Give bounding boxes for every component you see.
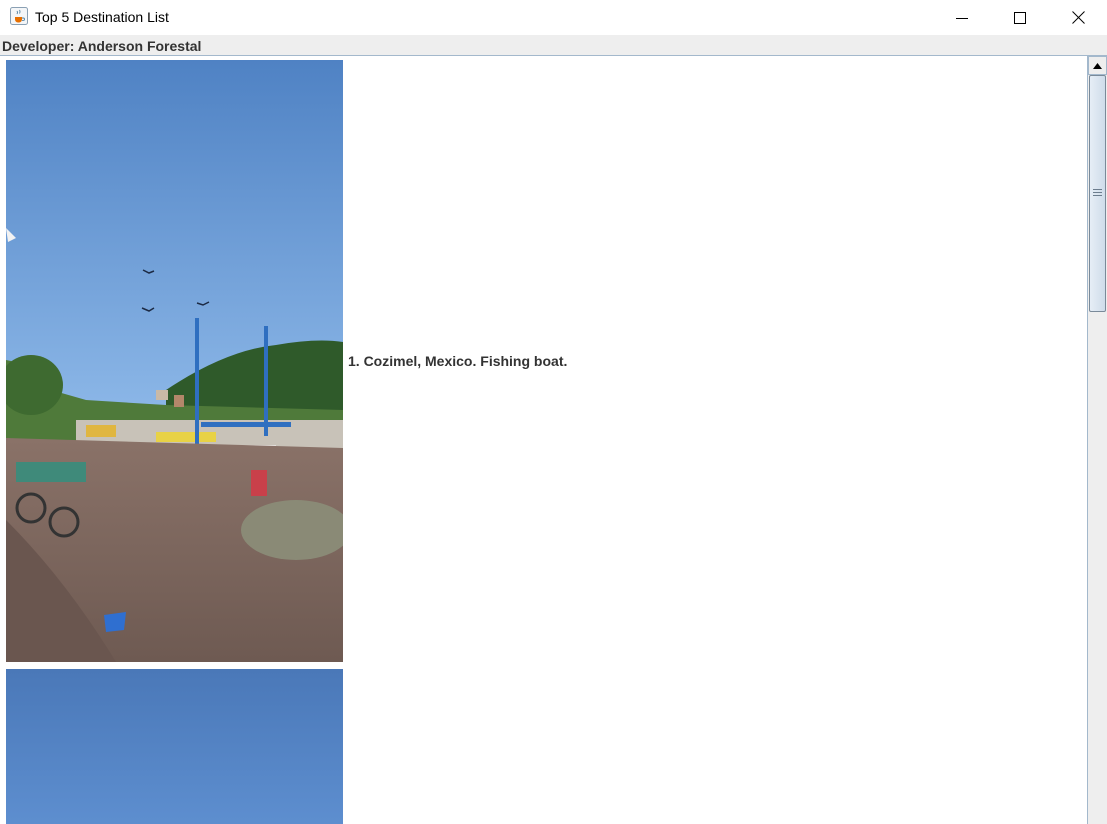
fishing-boat-dock-photo bbox=[6, 60, 343, 662]
maximize-button[interactable] bbox=[991, 0, 1049, 35]
grip-icon bbox=[1093, 189, 1102, 190]
window-titlebar[interactable]: Top 5 Destination List bbox=[0, 0, 1107, 35]
arrow-up-icon bbox=[1093, 62, 1102, 69]
close-button[interactable] bbox=[1049, 0, 1107, 35]
minimize-icon bbox=[956, 17, 968, 19]
close-icon bbox=[1071, 11, 1085, 24]
list-item[interactable] bbox=[0, 664, 1087, 824]
minimize-button[interactable] bbox=[933, 0, 991, 35]
destination-caption: 1. Cozimel, Mexico. Fishing boat. bbox=[348, 353, 568, 369]
list-item[interactable]: 1. Cozimel, Mexico. Fishing boat. bbox=[0, 56, 1087, 664]
developer-label: Developer: Anderson Forestal bbox=[2, 38, 202, 54]
scroll-up-button[interactable] bbox=[1088, 56, 1107, 75]
scroll-thumb[interactable] bbox=[1089, 75, 1106, 312]
grip-icon bbox=[1093, 192, 1102, 193]
maximize-icon bbox=[1014, 11, 1026, 24]
vertical-scrollbar[interactable] bbox=[1087, 56, 1107, 824]
destination-list[interactable]: 1. Cozimel, Mexico. Fishing boat. bbox=[0, 56, 1087, 824]
blue-sky-photo bbox=[6, 669, 343, 824]
java-coffee-cup-icon bbox=[10, 7, 28, 25]
grip-icon bbox=[1093, 195, 1102, 196]
window-title: Top 5 Destination List bbox=[35, 9, 169, 25]
developer-bar: Developer: Anderson Forestal bbox=[0, 35, 1107, 56]
